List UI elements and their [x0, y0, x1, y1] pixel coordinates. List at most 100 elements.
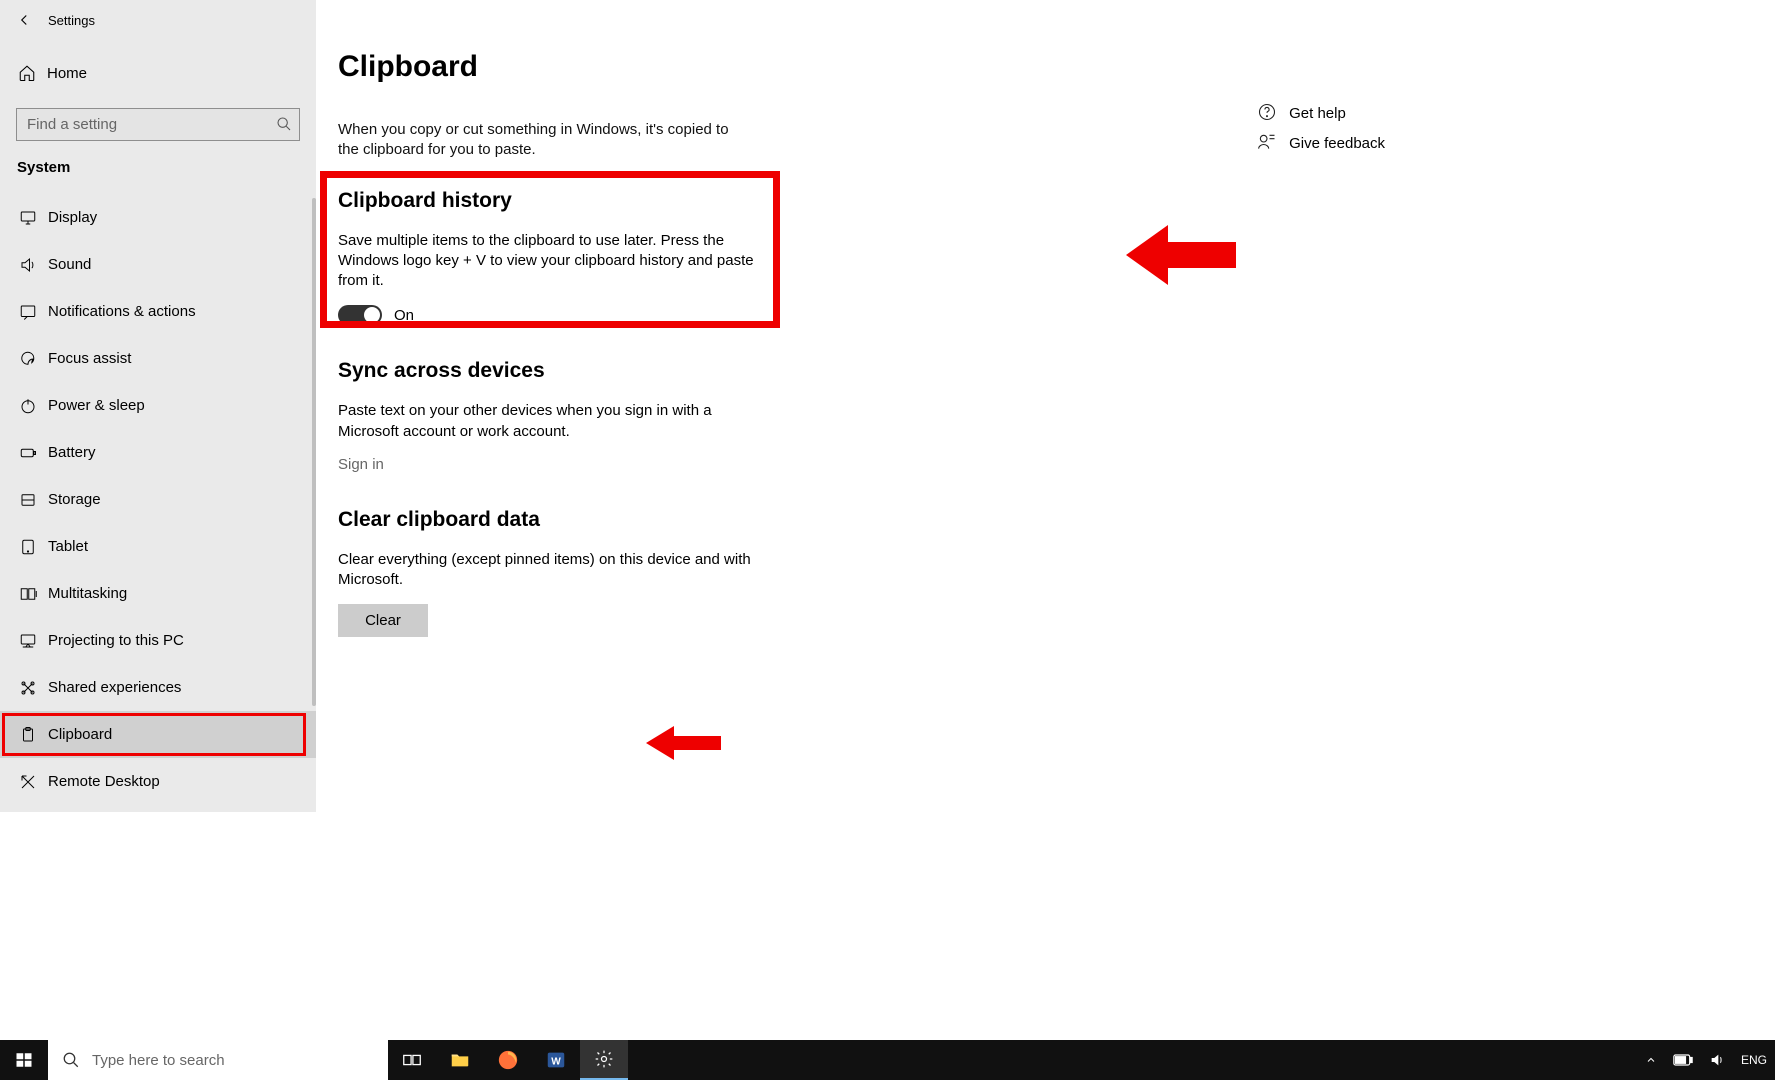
clear-heading: Clear clipboard data — [338, 508, 1775, 532]
search-input[interactable] — [16, 108, 300, 141]
settings-app-icon[interactable] — [580, 1040, 628, 1080]
section-clear: Clear clipboard data Clear everything (e… — [338, 508, 1775, 638]
sidebar-item-label: Storage — [48, 491, 101, 508]
sidebar-item-label: Power & sleep — [48, 397, 145, 414]
start-button[interactable] — [0, 1040, 48, 1080]
sidebar-item-display[interactable]: Display — [0, 194, 316, 241]
search-icon — [62, 1051, 80, 1069]
back-button[interactable] — [0, 0, 48, 40]
clipboard-icon — [18, 725, 38, 745]
sidebar-search-wrap — [16, 108, 300, 141]
help-links: Get help Give feedback — [1257, 98, 1385, 158]
file-explorer-icon[interactable] — [436, 1040, 484, 1080]
sidebar-item-sound[interactable]: Sound — [0, 241, 316, 288]
sidebar-item-label: Focus assist — [48, 350, 131, 367]
power-sleep-icon — [18, 396, 38, 416]
sidebar-item-projecting[interactable]: Projecting to this PC — [0, 617, 316, 664]
annotation-arrow-1 — [1126, 225, 1236, 285]
sidebar-item-power-sleep[interactable]: Power & sleep — [0, 382, 316, 429]
shared-exp-icon — [18, 678, 38, 698]
sidebar-item-label: Clipboard — [48, 726, 112, 743]
clipboard-history-toggle[interactable] — [338, 305, 382, 325]
clipboard-history-toggle-label: On — [394, 307, 414, 324]
clipboard-history-desc: Save multiple items to the clipboard to … — [338, 231, 758, 292]
word-glyph-icon: W — [545, 1049, 567, 1071]
sidebar-item-storage[interactable]: Storage — [0, 476, 316, 523]
svg-text:W: W — [551, 1057, 561, 1068]
nav-list: Display Sound Notifications & actions Focus… — [0, 194, 316, 805]
sidebar-item-label: Battery — [48, 444, 96, 461]
battery-icon — [18, 443, 38, 463]
task-view-icon[interactable] — [388, 1040, 436, 1080]
give-feedback-label: Give feedback — [1289, 135, 1385, 152]
sidebar-item-label: Notifications & actions — [48, 303, 196, 320]
sidebar-item-shared-exp[interactable]: Shared experiences — [0, 664, 316, 711]
task-view-glyph-icon — [401, 1049, 423, 1071]
section-clipboard-history: Clipboard history Save multiple items to… — [338, 189, 1775, 326]
nav-home-label: Home — [47, 65, 87, 82]
get-help-link[interactable]: Get help — [1257, 98, 1385, 128]
system-tray: ENG — [1637, 1040, 1775, 1080]
sidebar-item-focus-assist[interactable]: Focus assist — [0, 335, 316, 382]
help-icon — [1257, 102, 1279, 124]
settings-sidebar: Settings Home System Display Sound Notific… — [0, 0, 316, 812]
sidebar-topbar: Settings — [0, 0, 316, 40]
sidebar-item-remote-desktop[interactable]: Remote Desktop — [0, 758, 316, 805]
speaker-icon — [1709, 1052, 1725, 1068]
projecting-icon — [18, 631, 38, 651]
page-title: Clipboard — [338, 50, 1775, 84]
word-icon[interactable]: W — [532, 1040, 580, 1080]
page-intro: When you copy or cut something in Window… — [338, 120, 738, 161]
home-icon — [18, 64, 36, 82]
annotation-arrow-2 — [646, 726, 721, 760]
tablet-icon — [18, 537, 38, 557]
toggle-knob — [364, 307, 380, 323]
sidebar-item-label: Multitasking — [48, 585, 127, 602]
give-feedback-link[interactable]: Give feedback — [1257, 128, 1385, 158]
taskbar-search[interactable]: Type here to search — [48, 1040, 388, 1080]
notifications-icon — [18, 302, 38, 322]
multitasking-icon — [18, 584, 38, 604]
search-icon — [276, 116, 292, 132]
folder-icon — [449, 1049, 471, 1071]
windows-logo-icon — [15, 1051, 33, 1069]
get-help-label: Get help — [1289, 105, 1346, 122]
taskbar: Type here to search W ENG — [0, 1040, 1775, 1080]
feedback-icon — [1257, 132, 1279, 154]
tray-battery[interactable] — [1665, 1054, 1701, 1066]
sidebar-item-label: Projecting to this PC — [48, 632, 184, 649]
tray-language[interactable]: ENG — [1733, 1053, 1775, 1067]
sync-heading: Sync across devices — [338, 359, 1775, 383]
tray-language-label: ENG — [1741, 1053, 1767, 1067]
clipboard-history-heading: Clipboard history — [338, 189, 1775, 213]
clear-button[interactable]: Clear — [338, 604, 428, 637]
section-sync: Sync across devices Paste text on your o… — [338, 359, 1775, 474]
sign-in-link[interactable]: Sign in — [338, 456, 384, 473]
sidebar-item-clipboard[interactable]: Clipboard — [0, 711, 316, 758]
sidebar-item-multitasking[interactable]: Multitasking — [0, 570, 316, 617]
firefox-glyph-icon — [497, 1049, 519, 1071]
sidebar-item-tablet[interactable]: Tablet — [0, 523, 316, 570]
tray-volume[interactable] — [1701, 1052, 1733, 1068]
window-title: Settings — [48, 13, 95, 28]
sound-icon — [18, 255, 38, 275]
sidebar-item-label: Tablet — [48, 538, 88, 555]
display-icon — [18, 208, 38, 228]
firefox-icon[interactable] — [484, 1040, 532, 1080]
sidebar-item-label: Shared experiences — [48, 679, 181, 696]
sidebar-item-notifications[interactable]: Notifications & actions — [0, 288, 316, 335]
clipboard-history-toggle-row: On — [338, 305, 1775, 325]
arrow-left-icon — [15, 11, 33, 29]
tray-chevron[interactable] — [1637, 1054, 1665, 1066]
sync-desc: Paste text on your other devices when yo… — [338, 401, 758, 442]
sidebar-item-battery[interactable]: Battery — [0, 429, 316, 476]
storage-icon — [18, 490, 38, 510]
taskbar-pinned: W — [388, 1040, 628, 1080]
battery-icon — [1673, 1054, 1693, 1066]
sidebar-item-label: Display — [48, 209, 97, 226]
chevron-up-icon — [1645, 1054, 1657, 1066]
main-content: Clipboard When you copy or cut something… — [316, 0, 1775, 1040]
category-heading: System — [0, 141, 316, 194]
nav-home[interactable]: Home — [0, 52, 316, 94]
clear-desc: Clear everything (except pinned items) o… — [338, 550, 758, 591]
